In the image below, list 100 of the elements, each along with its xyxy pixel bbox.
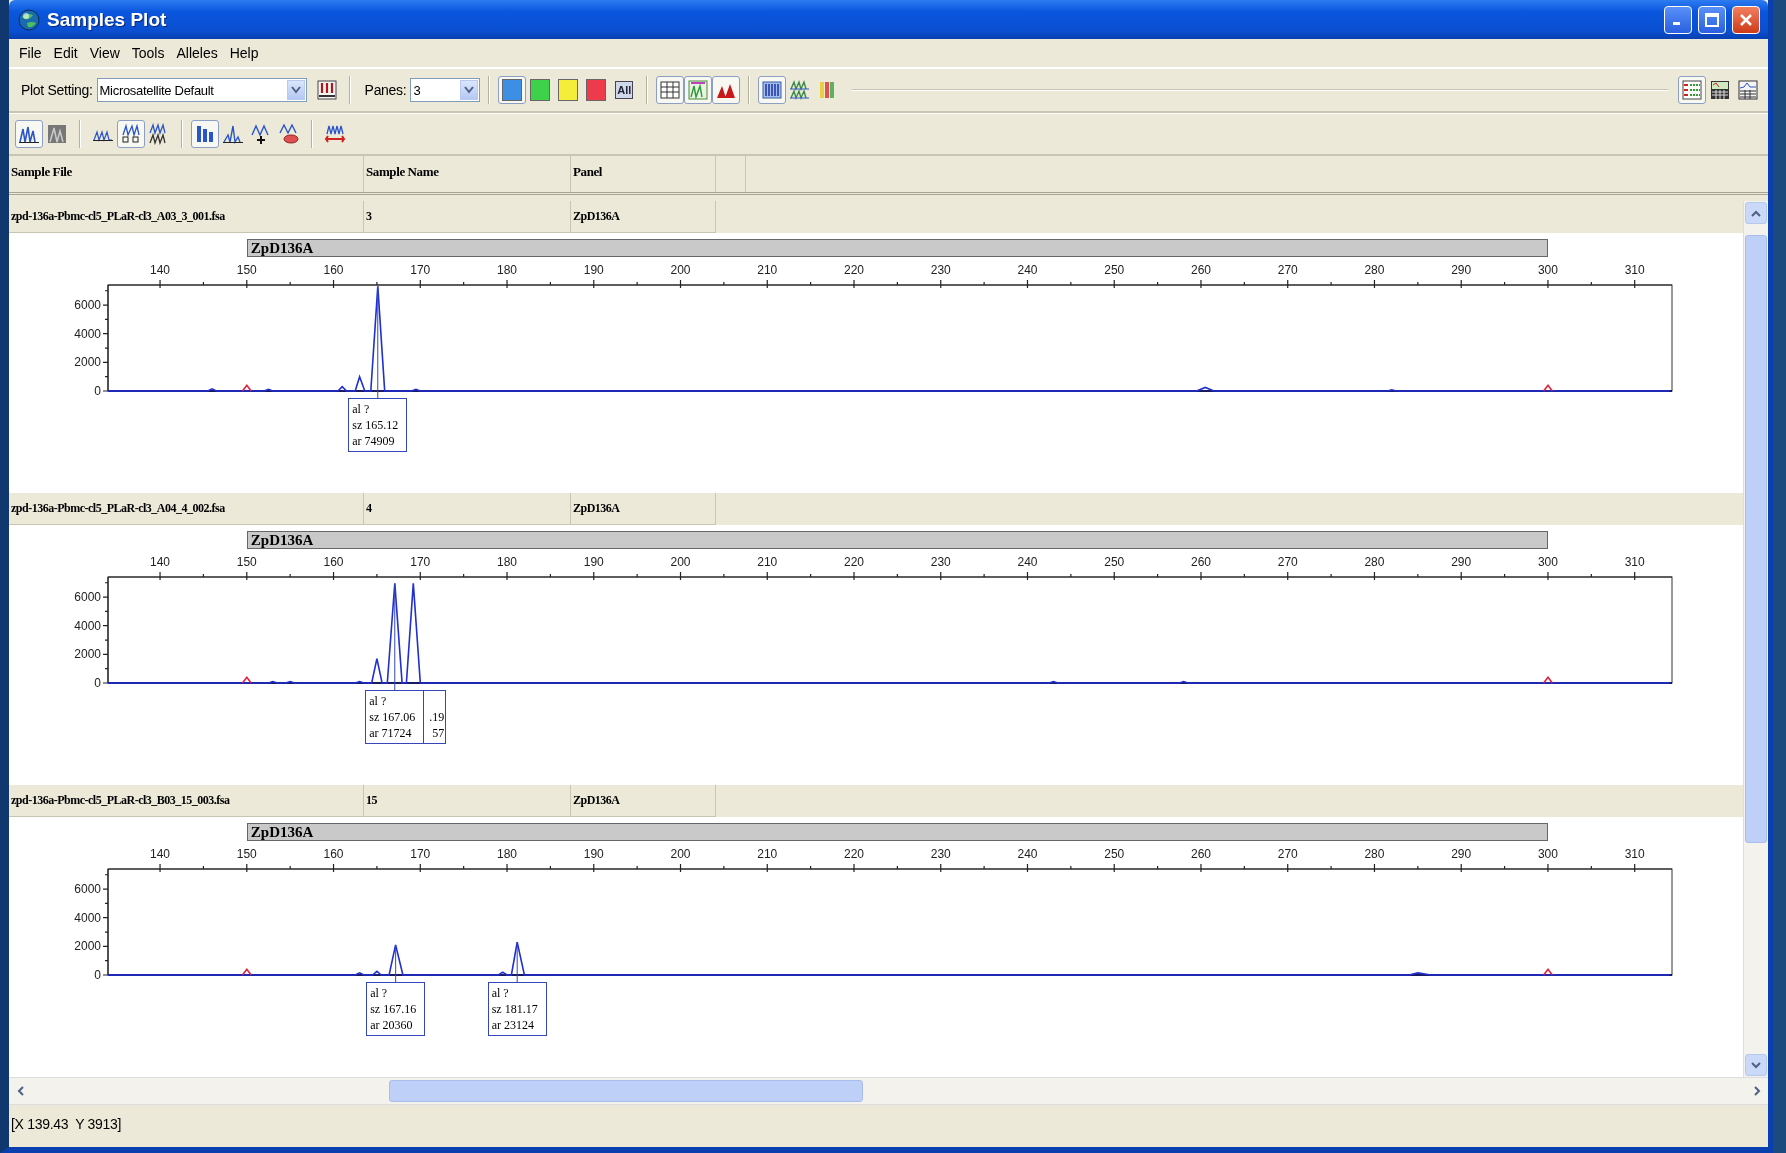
tick-label: 2000 (74, 939, 101, 954)
allele-label[interactable]: .19 57 (424, 690, 447, 744)
allele-label[interactable]: al ? sz 167.06 ar 71724 (365, 690, 425, 744)
allele-label-text: al ? sz 165.12 ar 74909 (352, 401, 400, 449)
maximize-button[interactable] (1698, 5, 1726, 34)
peaks-icon (789, 79, 812, 101)
caret-icon (1751, 1061, 1761, 1069)
column-header[interactable]: Sample Name (364, 156, 571, 192)
plot-setting-label: Plot Setting: (21, 82, 93, 98)
tick-label: 300 (1537, 847, 1558, 861)
tick-label: 160 (323, 847, 344, 861)
tick-label: 270 (1277, 847, 1298, 861)
leader-line (516, 941, 518, 984)
allele-label[interactable]: al ? sz 167.16 ar 20360 (366, 982, 426, 1036)
tick-label: 270 (1277, 555, 1298, 569)
tick-label: 310 (1624, 555, 1645, 569)
tick-label: 180 (497, 263, 518, 277)
app-icon (17, 7, 41, 32)
tick-label: 180 (497, 847, 518, 861)
tick-label: 160 (323, 555, 344, 569)
allele-label[interactable]: al ? sz 181.17 ar 23124 (487, 982, 547, 1036)
tick-label: 4000 (74, 326, 101, 341)
caret-icon (290, 86, 301, 94)
table-icon (659, 79, 682, 101)
scroll-up-button[interactable] (1745, 202, 1767, 224)
allele-label-text: al ? sz 167.16 ar 20360 (370, 985, 418, 1033)
caret-icon (1751, 209, 1761, 217)
column-header[interactable]: Sample File (9, 156, 364, 192)
tick-label: 200 (670, 555, 691, 569)
scroll-thumb[interactable] (1745, 235, 1767, 843)
allele-label[interactable]: al ? sz 165.12 ar 74909 (348, 398, 408, 452)
tick-label: 180 (497, 555, 518, 569)
panel-cell: ZpD136A (571, 785, 716, 817)
bars-icon (761, 79, 784, 101)
tick-label: 230 (930, 847, 951, 861)
tick-label: 150 (236, 263, 257, 277)
menu-item[interactable]: File (13, 43, 48, 63)
menu-item[interactable]: Edit (47, 43, 84, 63)
tick-label: 250 (1104, 555, 1125, 569)
sample-name-cell: 4 (364, 493, 571, 525)
tick-label: 290 (1451, 847, 1472, 861)
tick-label: 220 (844, 263, 864, 277)
menu-item[interactable]: Alleles (170, 43, 224, 63)
maximize-icon (1705, 12, 1719, 27)
grid-button[interactable] (1678, 76, 1706, 104)
bars-button[interactable] (758, 76, 787, 104)
panes-dropdown[interactable]: 3 (410, 78, 481, 102)
bars-button[interactable] (191, 120, 219, 148)
column-header[interactable]: Panel (571, 156, 716, 192)
menu-item[interactable]: View (83, 43, 126, 63)
close-button[interactable] (1732, 5, 1760, 34)
peaks-button[interactable] (117, 120, 145, 148)
tick-label: 260 (1190, 263, 1211, 277)
sample-file-cell: zpd-136a-Pbmc-cl5_PLaR-cl3_A03_3_001.fsa (9, 201, 364, 233)
tick-label: 210 (757, 847, 778, 861)
bars-icon (194, 123, 216, 145)
peaks-icon (278, 123, 300, 145)
allele-label-text: al ? sz 167.06 ar 71724 (369, 693, 417, 741)
tick-label: 260 (1190, 847, 1211, 861)
tick-label: 0 (94, 384, 101, 398)
cursor-position-text: [X 139.43 Y 3913] (11, 1116, 122, 1132)
bin-bar: ZpD136A (246, 239, 1548, 257)
tick-label: 260 (1190, 555, 1211, 569)
caret-icon (16, 1086, 24, 1096)
tick-label: 250 (1104, 847, 1125, 861)
tick-label: 140 (150, 555, 171, 569)
peaks-icon (687, 79, 710, 101)
tick-label: 240 (1017, 555, 1038, 569)
tick-label: 310 (1624, 847, 1645, 861)
scroll-thumb[interactable] (389, 1080, 863, 1102)
table-button[interactable] (656, 76, 685, 104)
leader-line (395, 944, 397, 984)
tick-label: 190 (583, 847, 604, 861)
bin-bar: ZpD136A (246, 823, 1548, 841)
sample-name-cell: 3 (364, 201, 571, 233)
peaks-icon (120, 123, 142, 145)
peaks-icon (250, 123, 272, 145)
tick-label: 170 (410, 263, 431, 277)
tick-label: 230 (930, 555, 951, 569)
panel-cell: ZpD136A (571, 493, 716, 525)
tick-label: 0 (94, 968, 101, 982)
minimize-icon (1673, 22, 1680, 25)
close-icon (1739, 12, 1753, 27)
peaks-icon (222, 123, 244, 145)
menu-item[interactable]: Help (223, 43, 265, 63)
tick-label: 4000 (74, 910, 101, 925)
tick-label: 300 (1537, 263, 1558, 277)
tick-label: 150 (236, 555, 257, 569)
plot-setting-dropdown[interactable]: Microsatellite Default (96, 78, 307, 102)
minimize-button[interactable] (1664, 5, 1692, 34)
scroll-down-button[interactable] (1745, 1054, 1767, 1076)
tick-label: 150 (236, 847, 257, 861)
tick-label: 160 (323, 263, 344, 277)
tick-label: 290 (1451, 555, 1472, 569)
caret-icon (464, 86, 475, 94)
peaks-button[interactable] (15, 120, 43, 148)
all-dyes-button[interactable]: All (610, 76, 639, 104)
menu-item[interactable]: Tools (125, 43, 171, 63)
sample-file-cell: zpd-136a-Pbmc-cl5_PLaR-cl3_A04_4_002.fsa (9, 493, 364, 525)
caret-icon (1753, 1086, 1761, 1096)
